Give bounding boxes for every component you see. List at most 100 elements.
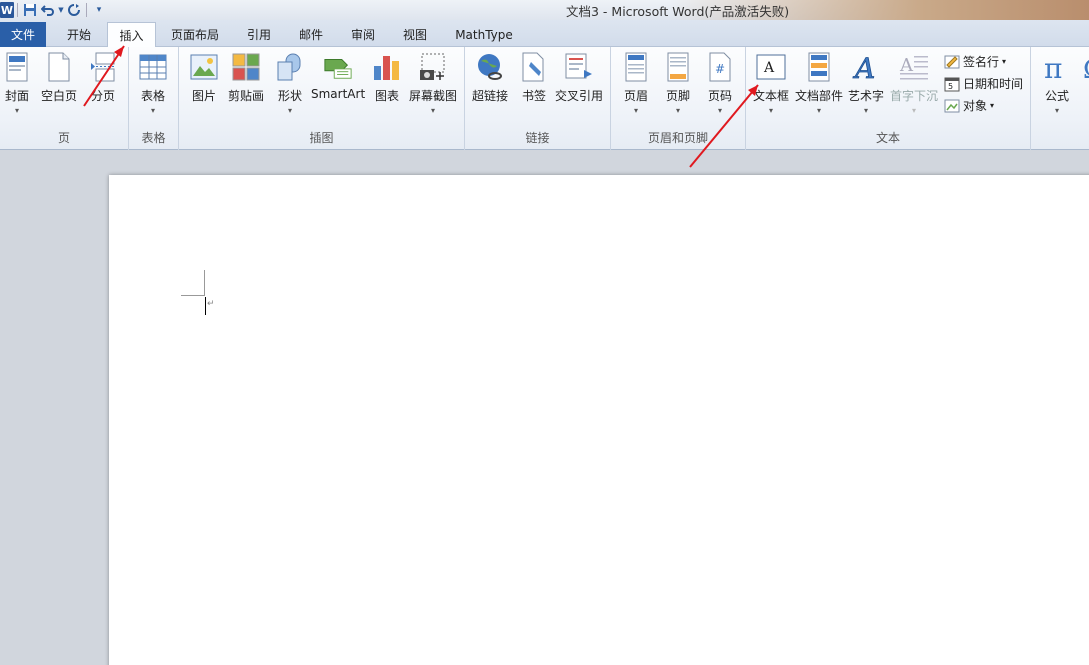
table-icon — [138, 51, 168, 83]
redo-icon[interactable] — [65, 1, 83, 19]
window-title: 文档3 - Microsoft Word(产品激活失败) — [566, 4, 790, 19]
quick-parts-button[interactable]: 文档部件 ▾ — [795, 51, 843, 115]
chevron-down-icon: ▾ — [717, 106, 722, 115]
shapes-button[interactable]: 形状 ▾ — [275, 51, 305, 115]
page-break-label: 分页 — [90, 89, 115, 103]
chevron-down-icon: ▾ — [912, 106, 917, 115]
svg-text:#: # — [715, 62, 725, 76]
chevron-down-icon: ▾ — [287, 106, 292, 115]
screenshot-button[interactable]: 屏幕截图 ▾ — [409, 51, 457, 115]
tab-review[interactable]: 审阅 — [340, 22, 386, 47]
chart-label: 图表 — [374, 89, 399, 103]
cover-page-label: 封面 — [4, 89, 29, 103]
object-button[interactable]: 对象 ▾ — [944, 97, 994, 114]
chart-button[interactable]: 图表 — [372, 51, 402, 104]
picture-label: 图片 — [191, 89, 216, 103]
group-tables: 表格 ▾ 表格 — [129, 47, 179, 150]
group-links: 超链接 书签 交叉引用 链接 — [465, 47, 611, 150]
customize-qat-icon[interactable]: ▾ — [90, 1, 108, 19]
tab-mathtype[interactable]: MathType — [446, 22, 522, 47]
undo-icon[interactable] — [39, 1, 57, 19]
ribbon-insert: 封面 ▾ 空白页 分页 页 表格 ▾ 表格 图片 剪贴画 形状 ▾ SmartA… — [0, 47, 1089, 150]
chevron-down-icon: ▾ — [769, 106, 774, 115]
header-label: 页眉 — [623, 89, 648, 103]
tab-view[interactable]: 视图 — [392, 22, 438, 47]
save-icon[interactable] — [21, 1, 39, 19]
cover-page-button[interactable]: 封面 ▾ — [2, 51, 32, 115]
footer-icon — [663, 51, 693, 83]
qat-separator — [17, 3, 18, 17]
text-box-icon: A — [756, 51, 786, 83]
group-header-footer: 页眉 ▾ 页脚 ▾ # 页码 ▾ 页眉和页脚 — [611, 47, 746, 150]
chevron-down-icon: ▾ — [150, 106, 155, 115]
tab-file[interactable]: 文件 — [0, 22, 46, 47]
page-break-button[interactable]: 分页 — [88, 51, 118, 104]
tab-mailings[interactable]: 邮件 — [288, 22, 334, 47]
tab-page-layout[interactable]: 页面布局 — [160, 22, 230, 47]
bookmark-button[interactable]: 书签 — [519, 51, 549, 104]
picture-icon — [189, 51, 219, 83]
table-label: 表格 — [140, 89, 165, 103]
document-page[interactable]: ↵ — [109, 175, 1089, 665]
date-time-button[interactable]: 5 日期和时间 — [944, 75, 1023, 92]
signature-line-button[interactable]: 签名行 ▾ — [944, 53, 1006, 70]
group-tables-label: 表格 — [141, 131, 166, 145]
smartart-button[interactable]: SmartArt — [311, 51, 365, 101]
chevron-down-icon: ▾ — [990, 101, 995, 110]
hyperlink-button[interactable]: 超链接 — [472, 51, 508, 104]
tab-references[interactable]: 引用 — [236, 22, 282, 47]
margin-crop-mark — [181, 295, 205, 296]
word-logo-icon[interactable]: W — [0, 2, 14, 18]
picture-button[interactable]: 图片 — [189, 51, 219, 104]
svg-text:5: 5 — [948, 82, 953, 91]
document-area: ↵ — [0, 150, 1089, 665]
bookmark-label: 书签 — [521, 89, 546, 103]
svg-text:A: A — [852, 52, 875, 82]
wordart-icon: A — [851, 51, 881, 83]
table-button[interactable]: 表格 ▾ — [138, 51, 168, 115]
signature-line-icon — [944, 54, 960, 70]
quick-access-toolbar: W ▼ ▾ — [0, 0, 108, 20]
undo-dropdown-icon[interactable]: ▼ — [57, 1, 65, 19]
group-header-footer-label: 页眉和页脚 — [647, 131, 708, 145]
pi-icon: π — [1042, 51, 1072, 83]
chevron-down-icon: ▾ — [817, 106, 822, 115]
symbol-button[interactable]: Ω — [1081, 51, 1089, 83]
blank-page-button[interactable]: 空白页 — [41, 51, 77, 104]
tab-insert[interactable]: 插入 — [107, 22, 156, 48]
equation-button[interactable]: π 公式 ▾ — [1042, 51, 1072, 115]
hyperlink-icon — [475, 51, 505, 83]
text-caret — [205, 297, 206, 315]
drop-cap-label: 首字下沉 — [890, 89, 939, 103]
group-text: A 文本框 ▾ 文档部件 ▾ A 艺术字 ▾ A 首字下沉 ▾ 签名行 ▾ 5 … — [746, 47, 1031, 150]
text-box-button[interactable]: A 文本框 ▾ — [753, 51, 789, 115]
chevron-down-icon: ▾ — [633, 106, 638, 115]
footer-label: 页脚 — [665, 89, 690, 103]
chevron-down-icon: ▾ — [431, 106, 436, 115]
cross-reference-icon — [564, 51, 594, 83]
clip-art-button[interactable]: 剪贴画 — [228, 51, 264, 104]
group-illustrations: 图片 剪贴画 形状 ▾ SmartArt 图表 屏幕截图 ▾ 插图 — [179, 47, 465, 150]
bookmark-icon — [519, 51, 549, 83]
chevron-down-icon: ▾ — [1054, 106, 1059, 115]
header-button[interactable]: 页眉 ▾ — [621, 51, 651, 115]
chevron-down-icon: ▾ — [675, 106, 680, 115]
blank-page-label: 空白页 — [41, 89, 78, 103]
text-box-label: 文本框 — [753, 89, 790, 103]
wordart-button[interactable]: A 艺术字 ▾ — [848, 51, 884, 115]
tab-home[interactable]: 开始 — [52, 22, 106, 47]
margin-crop-mark — [204, 270, 205, 295]
wordart-label: 艺术字 — [848, 89, 885, 103]
chevron-down-icon: ▾ — [14, 106, 19, 115]
hyperlink-label: 超链接 — [472, 89, 509, 103]
cross-reference-button[interactable]: 交叉引用 — [555, 51, 603, 104]
screenshot-icon — [418, 51, 448, 83]
group-illustrations-label: 插图 — [309, 131, 334, 145]
signature-line-label: 签名行 — [963, 55, 1000, 69]
header-icon — [621, 51, 651, 83]
footer-button[interactable]: 页脚 ▾ — [663, 51, 693, 115]
smartart-label: SmartArt — [311, 87, 366, 101]
cover-page-icon — [2, 51, 32, 83]
calendar-icon: 5 — [944, 76, 960, 92]
page-number-button[interactable]: # 页码 ▾ — [705, 51, 735, 115]
